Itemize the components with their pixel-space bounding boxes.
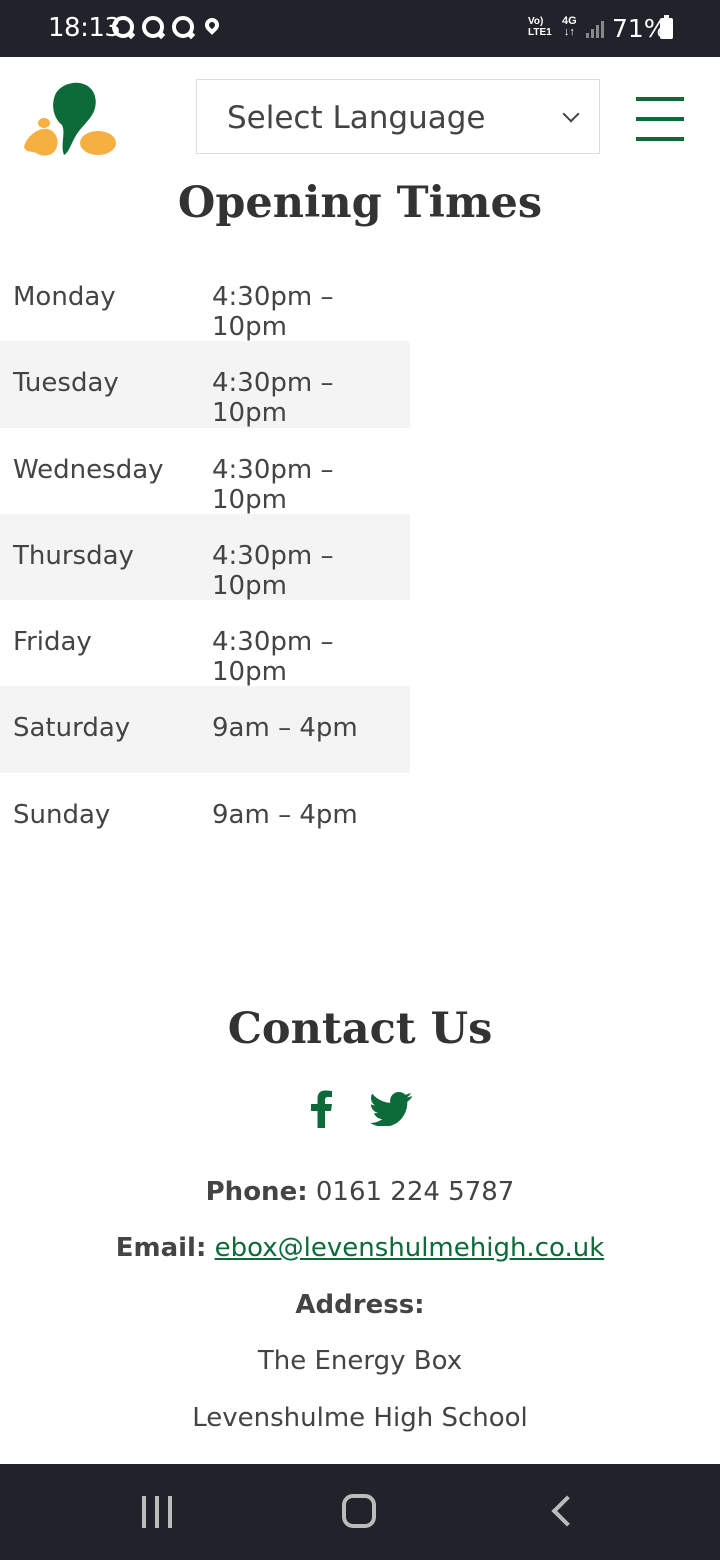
notification-q-icon xyxy=(112,16,134,38)
system-nav-bar xyxy=(0,1464,720,1560)
day-label: Tuesday xyxy=(13,368,119,399)
contact-email: Email: ebox@levenshulmehigh.co.uk xyxy=(0,1233,720,1263)
data-indicator: 4G ↓↑ xyxy=(562,16,577,38)
volte-label: Vo) xyxy=(528,16,544,27)
data-arrows-icon: ↓↑ xyxy=(563,26,575,38)
status-time: 18:13 xyxy=(48,13,121,43)
social-links xyxy=(0,1090,720,1130)
hours-value: 4:30pm – 10pm xyxy=(212,540,334,601)
opening-times-table: Monday 4:30pm – 10pm Tuesday 4:30pm – 10… xyxy=(0,255,410,859)
address-label: Address: xyxy=(295,1290,425,1320)
hours-value: 9am – 4pm xyxy=(212,799,358,830)
battery-icon xyxy=(660,15,673,39)
address-line: The Energy Box xyxy=(257,1346,463,1376)
contact-address: Address: xyxy=(0,1290,720,1320)
hours-value: 4:30pm – 10pm xyxy=(212,368,334,429)
facebook-icon[interactable] xyxy=(308,1090,334,1128)
hours-value: 4:30pm – 10pm xyxy=(212,282,334,342)
recents-icon[interactable] xyxy=(140,1496,174,1528)
day-label: Monday xyxy=(13,282,116,312)
email-link[interactable]: ebox@levenshulmehigh.co.uk xyxy=(215,1233,605,1263)
email-label: Email: xyxy=(115,1233,207,1263)
phone-value: 0161 224 5787 xyxy=(315,1177,515,1207)
hours-row: Monday 4:30pm – 10pm xyxy=(0,255,410,342)
energy-box-logo[interactable] xyxy=(18,75,118,161)
notification-q-icon xyxy=(142,16,164,38)
day-label: Wednesday xyxy=(13,454,164,485)
language-select-value: Select Language xyxy=(227,100,486,136)
hours-row: Wednesday 4:30pm – 10pm xyxy=(0,428,410,515)
address-line: Levenshulme High School xyxy=(192,1403,528,1433)
chevron-down-icon xyxy=(562,105,580,123)
lte-label: LTE1 xyxy=(528,27,552,38)
opening-times-title: Opening Times xyxy=(177,178,543,228)
hours-row: Friday 4:30pm – 10pm xyxy=(0,600,410,688)
hours-row: Saturday 9am – 4pm xyxy=(0,686,410,773)
day-label: Sunday xyxy=(13,799,111,830)
phone-label: Phone: xyxy=(205,1177,308,1207)
hours-row: Sunday 9am – 4pm xyxy=(0,773,410,859)
home-icon[interactable] xyxy=(342,1494,376,1528)
back-icon[interactable] xyxy=(551,1495,583,1527)
hours-row: Thursday 4:30pm – 10pm xyxy=(0,513,410,601)
location-pin-icon xyxy=(202,15,222,35)
language-select[interactable]: Select Language xyxy=(196,79,600,154)
notification-icons xyxy=(112,15,222,38)
menu-icon[interactable] xyxy=(636,97,684,143)
site-header: Select Language xyxy=(0,57,720,177)
signal-icon xyxy=(586,18,606,38)
volte-indicator: Vo) LTE1 xyxy=(528,16,552,38)
hours-value: 4:30pm – 10pm xyxy=(212,627,334,688)
twitter-icon[interactable] xyxy=(370,1092,412,1126)
hours-value: 4:30pm – 10pm xyxy=(212,454,334,515)
contact-title: Contact Us xyxy=(227,1004,493,1054)
hours-row: Tuesday 4:30pm – 10pm xyxy=(0,341,410,429)
day-label: Thursday xyxy=(13,540,134,571)
contact-phone: Phone: 0161 224 5787 xyxy=(0,1177,720,1207)
hours-value: 9am – 4pm xyxy=(212,713,358,744)
notification-q-icon xyxy=(172,16,194,38)
day-label: Saturday xyxy=(13,713,131,744)
day-label: Friday xyxy=(13,627,92,658)
status-bar: 18:13 Vo) LTE1 4G ↓↑ 71% xyxy=(0,0,720,57)
